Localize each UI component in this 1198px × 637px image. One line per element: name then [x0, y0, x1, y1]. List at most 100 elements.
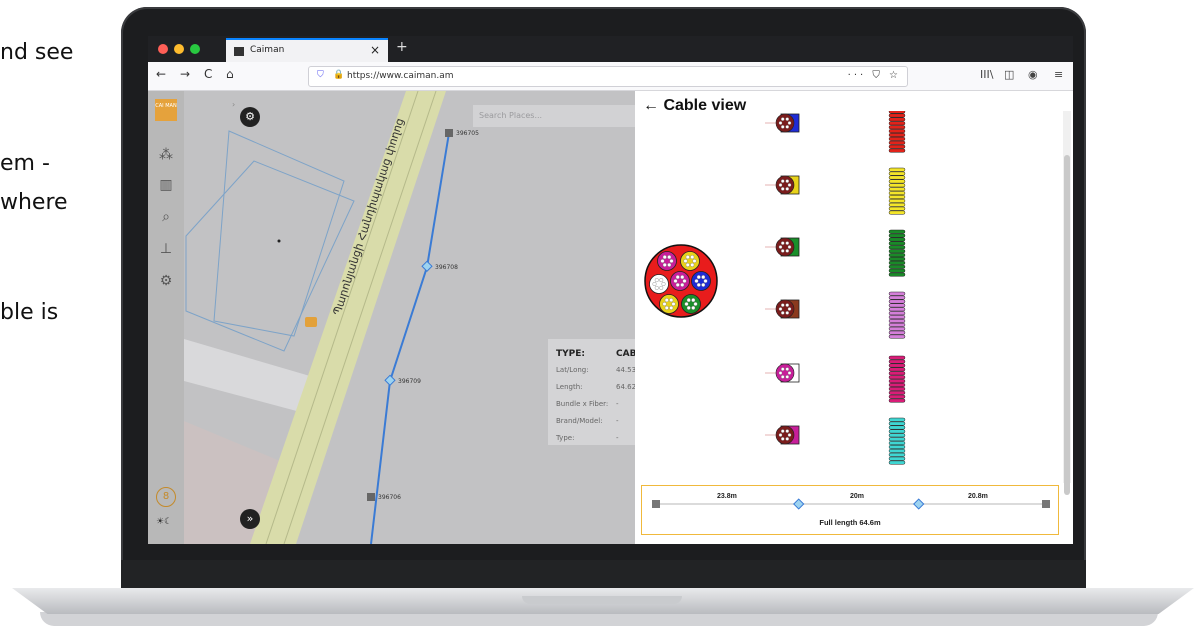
inner-fiber — [703, 279, 708, 283]
map-point — [277, 239, 281, 243]
track-end-marker[interactable] — [652, 500, 660, 508]
search-doc-icon[interactable]: ⌕ — [157, 209, 175, 225]
inner-fiber — [690, 262, 695, 267]
new-tab-button[interactable]: + — [396, 39, 408, 55]
tube-fiber — [780, 311, 785, 315]
back-icon[interactable]: ← — [156, 67, 166, 81]
fiber-strand — [888, 191, 906, 196]
inner-fiber — [654, 285, 659, 290]
tube-fiber — [780, 187, 785, 191]
app-logo[interactable]: CAI MAN — [155, 99, 177, 121]
info-label: Lat/Long: — [556, 366, 589, 374]
library-icon[interactable]: III\ — [980, 68, 993, 81]
inner-fiber — [686, 305, 691, 310]
library-books-icon[interactable]: ▥ — [157, 177, 175, 193]
tube-fiber — [780, 367, 785, 371]
fiber-strand — [888, 210, 906, 215]
node-396709-marker[interactable] — [384, 374, 396, 386]
window-close-dot[interactable] — [158, 44, 168, 54]
panel-scrollbar[interactable] — [1063, 111, 1071, 495]
tube-fiber — [780, 375, 785, 379]
tube-fiber — [787, 307, 792, 311]
track-joint-marker[interactable] — [793, 498, 805, 510]
inner-fiber — [701, 275, 706, 280]
settings-search-icon[interactable]: ⚙ — [157, 273, 175, 289]
menu-icon[interactable]: ≡ — [1054, 68, 1063, 81]
inner-fiber — [664, 305, 669, 310]
map-settings-button[interactable]: ⚙ — [240, 107, 260, 127]
tube-fiber — [778, 245, 783, 249]
forward-icon[interactable]: → — [180, 67, 190, 81]
map-canvas: Պարոնյանցի Հանդիպակաց փողոց — [184, 91, 453, 544]
fiber-strand — [888, 398, 906, 403]
fiber-strand — [888, 167, 906, 172]
fiber-strand — [888, 421, 906, 426]
tube-fiber — [787, 433, 792, 437]
window-minimize-dot[interactable] — [174, 44, 184, 54]
tube-fiber — [780, 179, 785, 183]
fiber-strand — [888, 198, 906, 203]
scrollbar-thumb[interactable] — [1064, 155, 1070, 495]
inner-fiber — [662, 302, 667, 306]
inner-fiber — [686, 298, 691, 303]
tube-fiber — [780, 437, 785, 441]
fiber-strand — [888, 460, 906, 465]
fiber-strand — [888, 187, 906, 192]
full-length-label: Full length 64.6m — [819, 518, 881, 527]
inner-fiber — [664, 298, 669, 303]
fiber-strand — [888, 303, 906, 308]
info-type-value: CABLE — [616, 349, 635, 359]
fiber-strand — [888, 237, 906, 242]
tube-fiber — [778, 121, 783, 125]
browser-tab-bar: Caiman × + — [148, 36, 1073, 62]
info-label: Length: — [556, 383, 583, 391]
node-label: 396706 — [378, 494, 401, 501]
account-icon[interactable]: ◉ — [1028, 68, 1038, 81]
fiber-strand — [888, 390, 906, 395]
inner-fiber — [685, 255, 690, 260]
network-icon[interactable]: ⁂ — [157, 147, 175, 163]
inner-tube — [670, 271, 690, 291]
home-icon[interactable]: ⌂ — [226, 67, 234, 81]
info-value: 44.537 / 40.16 — [616, 366, 635, 374]
hierarchy-icon[interactable]: ⊥ — [157, 241, 175, 257]
inner-fiber — [660, 259, 665, 263]
node-396705-marker[interactable] — [445, 129, 453, 137]
fiber-strand — [888, 272, 906, 277]
fiber-strand — [888, 433, 906, 438]
user-avatar-icon[interactable]: 8 — [156, 487, 176, 507]
tube-fiber — [778, 183, 783, 187]
cafe-icon[interactable] — [305, 317, 317, 327]
fiber-strand — [888, 367, 906, 372]
fiber-strand — [888, 334, 906, 339]
inner-tube — [649, 274, 669, 294]
browser-tab[interactable]: Caiman × — [226, 38, 388, 62]
inner-fiber — [662, 255, 667, 260]
tube-fiber — [785, 303, 789, 307]
fiber-strand — [888, 315, 906, 320]
inner-fiber — [662, 262, 667, 267]
node-396708-marker[interactable] — [421, 260, 433, 272]
window-zoom-dot[interactable] — [190, 44, 200, 54]
fiber-strand — [888, 233, 906, 238]
sidebar-toggle-icon[interactable]: ◫ — [1004, 68, 1014, 81]
map-view[interactable]: Պարոնյանցի Հանդիպակաց փողոց 396705 39670… — [184, 91, 635, 544]
url-actions-icon[interactable]: ··· ⛉ ☆ — [848, 70, 901, 81]
theme-toggle[interactable]: ☀☾ — [156, 517, 172, 527]
search-input[interactable]: Search Places... — [473, 105, 635, 127]
inner-fiber — [675, 275, 680, 280]
fiber-strand — [888, 175, 906, 180]
tube-fiber — [778, 433, 783, 437]
track-joint-marker[interactable] — [913, 498, 925, 510]
collapse-chevron-icon[interactable]: › — [232, 100, 235, 109]
fiber-strand — [888, 117, 906, 122]
inner-fiber — [661, 282, 666, 286]
fiber-strand — [888, 375, 906, 380]
inner-fiber — [683, 259, 688, 263]
reload-icon[interactable]: C — [204, 67, 212, 81]
node-396706-marker[interactable] — [367, 493, 375, 501]
url-bar[interactable]: ⛉ 🔒 https://www.caiman.am ··· ⛉ ☆ — [308, 66, 908, 87]
expand-button[interactable]: » — [240, 509, 260, 529]
track-end-marker[interactable] — [1042, 500, 1050, 508]
tab-close-icon[interactable]: × — [370, 43, 380, 57]
